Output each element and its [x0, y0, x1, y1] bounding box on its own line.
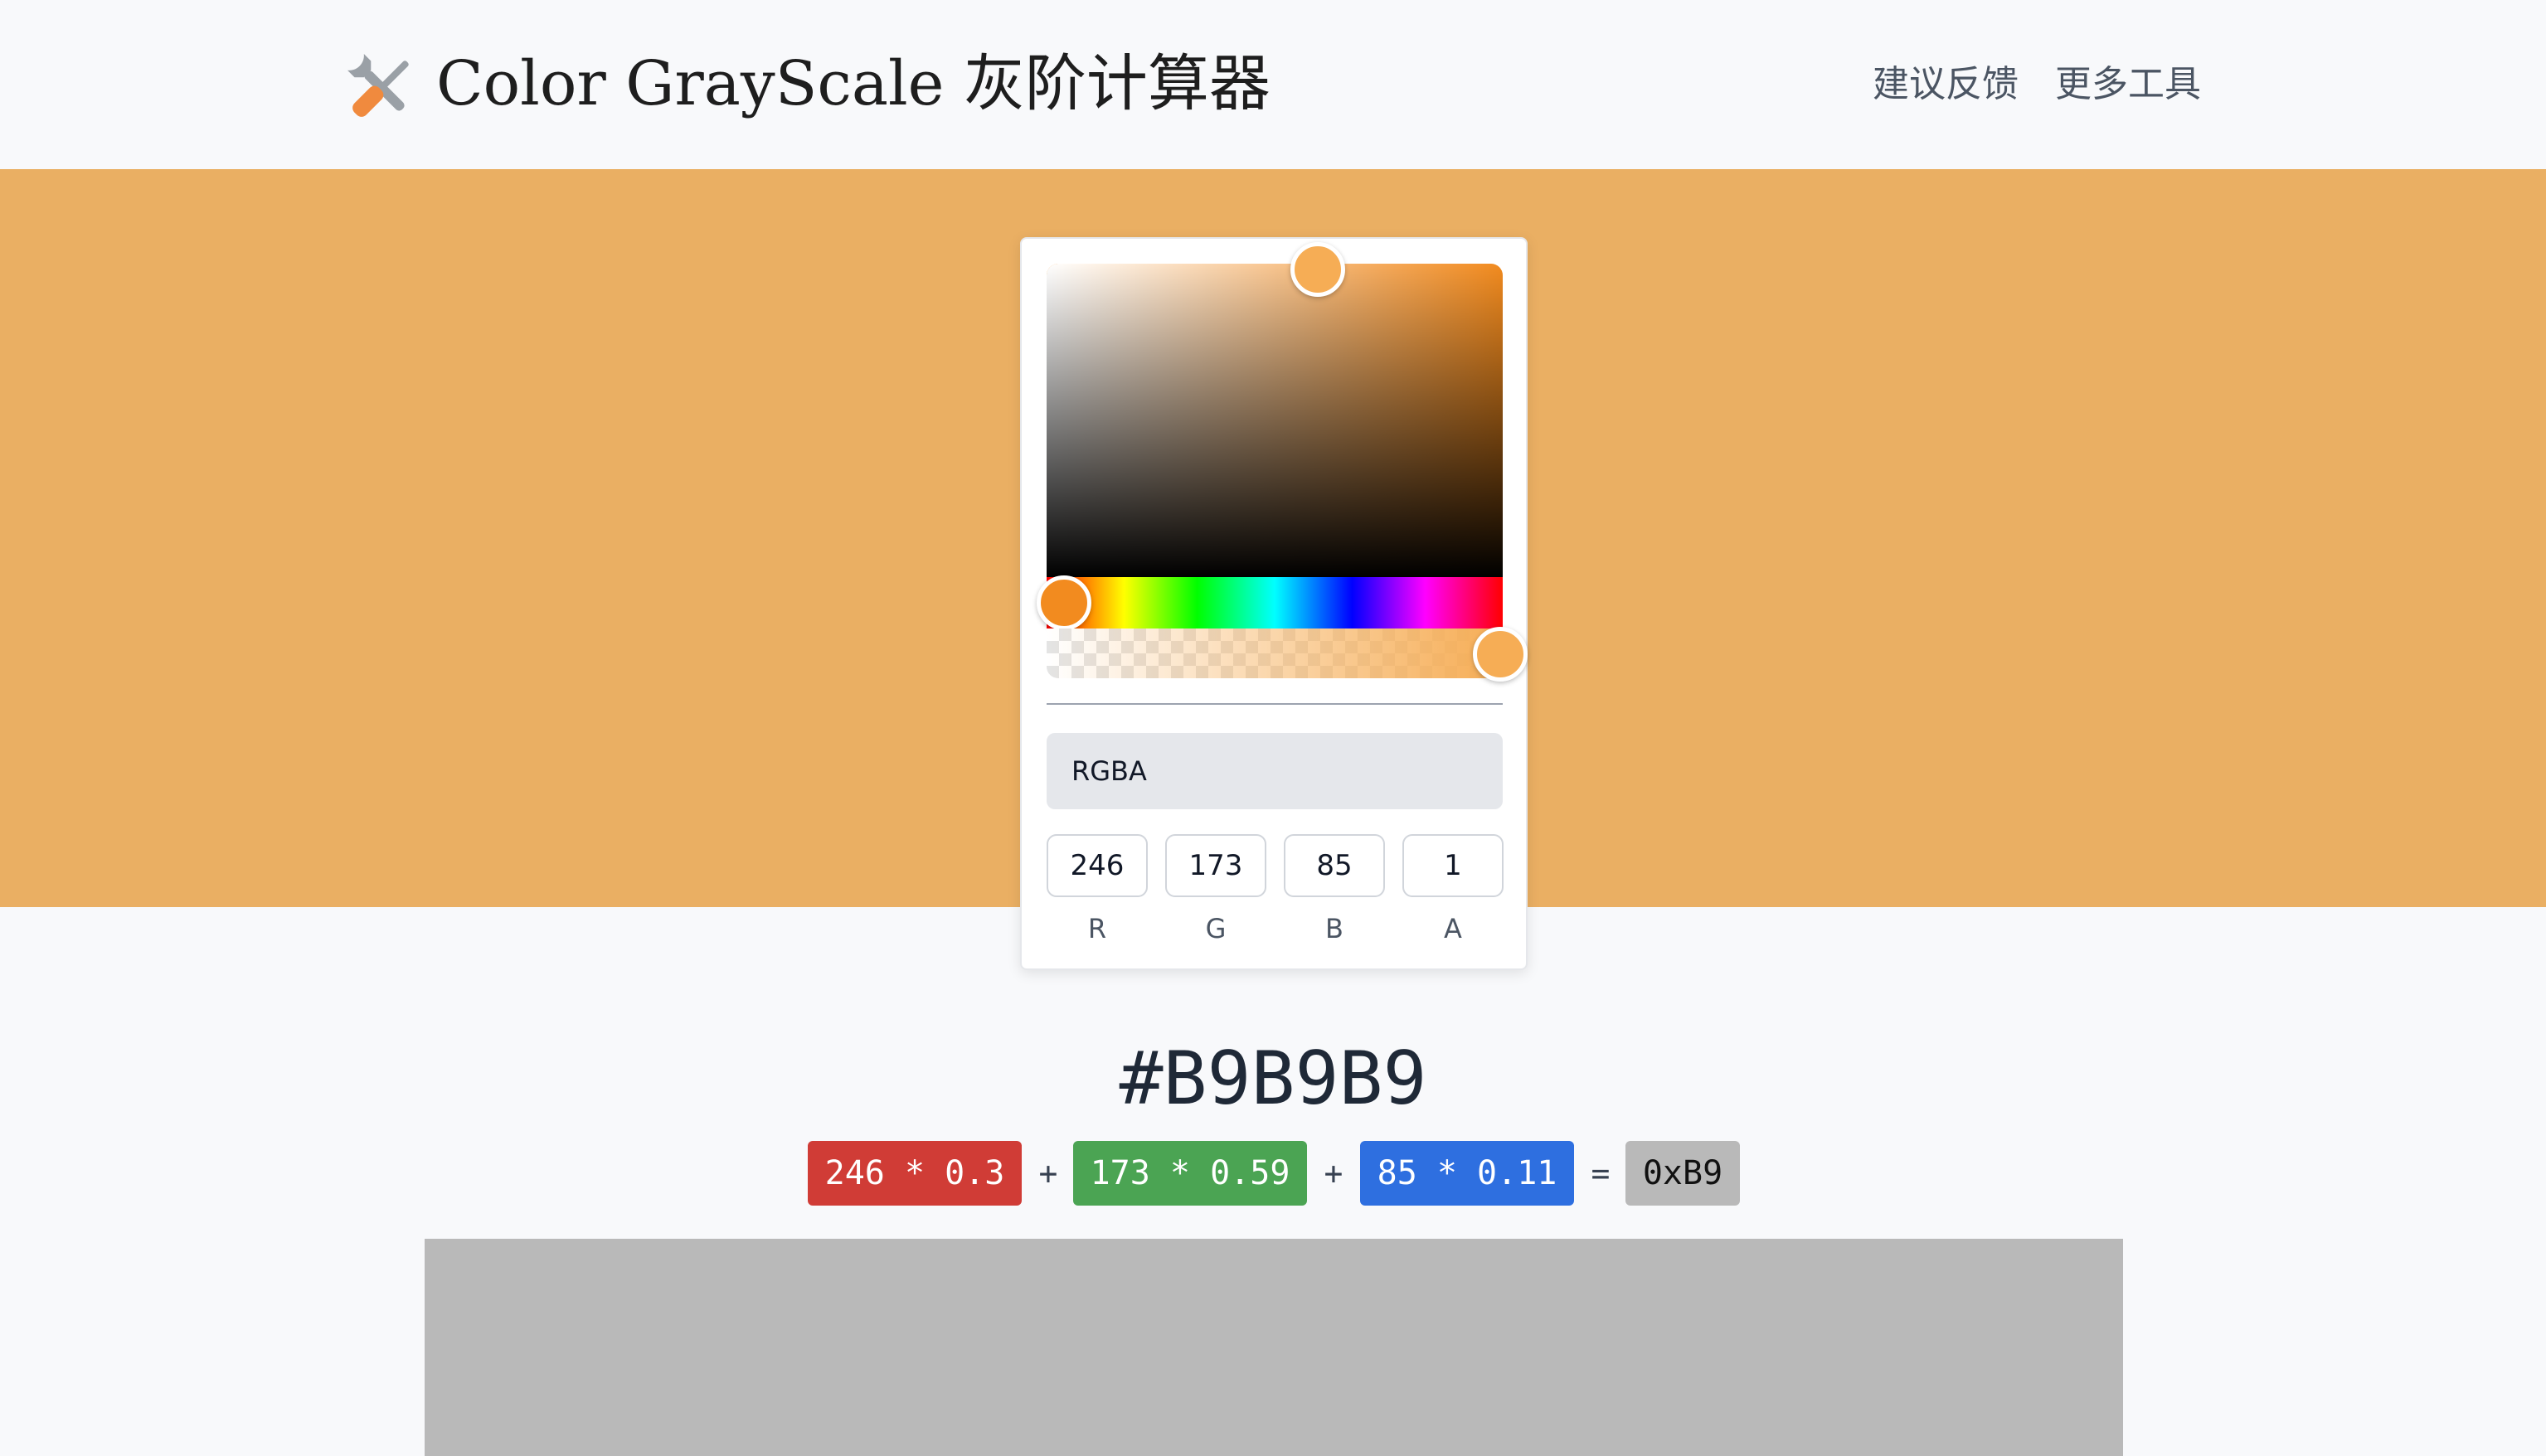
hue-slider[interactable]	[1047, 577, 1503, 629]
alpha-handle[interactable]	[1473, 627, 1528, 682]
green-label: G	[1205, 913, 1227, 944]
blue-input[interactable]	[1284, 834, 1385, 897]
alpha-label: A	[1444, 913, 1462, 944]
green-term-badge: 173 * 0.59	[1073, 1141, 1307, 1206]
page-title: Color GrayScale 灰阶计算器	[436, 48, 1271, 119]
plus-sign: +	[1038, 1155, 1058, 1191]
nav-more-tools-link[interactable]: 更多工具	[2055, 55, 2201, 114]
header: Color GrayScale 灰阶计算器 建议反馈 更多工具	[0, 0, 2546, 169]
divider	[1047, 703, 1503, 705]
alpha-input[interactable]	[1402, 834, 1504, 897]
blue-term-badge: 85 * 0.11	[1360, 1141, 1574, 1206]
tools-icon	[347, 53, 409, 117]
green-input[interactable]	[1165, 834, 1266, 897]
red-term-badge: 246 * 0.3	[808, 1141, 1022, 1206]
hue-handle[interactable]	[1037, 575, 1091, 630]
nav-feedback-link[interactable]: 建议反馈	[1873, 55, 2019, 114]
gray-value-badge: 0xB9	[1625, 1141, 1740, 1206]
gray-hex-result: #B9B9B9	[1119, 1036, 1427, 1121]
alpha-slider[interactable]	[1047, 629, 1503, 678]
saturation-handle[interactable]	[1290, 242, 1345, 297]
plus-sign: +	[1324, 1155, 1343, 1191]
color-picker: RGBA R G B A	[1020, 237, 1528, 970]
red-label: R	[1087, 913, 1107, 944]
gray-preview-swatch	[425, 1239, 2123, 1456]
red-input[interactable]	[1047, 834, 1148, 897]
equals-sign: =	[1591, 1155, 1611, 1191]
blue-label: B	[1325, 913, 1343, 944]
saturation-area[interactable]	[1047, 264, 1503, 577]
color-mode-select[interactable]: RGBA	[1047, 733, 1503, 809]
